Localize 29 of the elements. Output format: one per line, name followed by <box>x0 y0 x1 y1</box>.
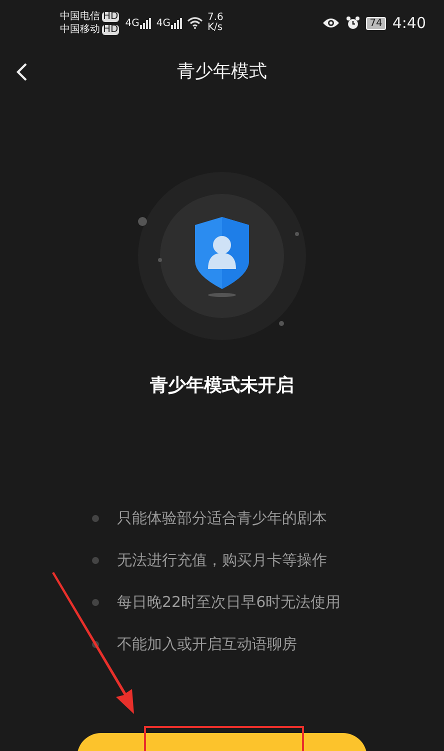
back-icon <box>16 62 28 82</box>
restriction-text: 每日晚22时至次日早6时无法使用 <box>117 592 341 613</box>
wifi-icon <box>187 17 204 29</box>
alarm-icon <box>346 16 360 30</box>
speed-unit: K/s <box>207 23 224 33</box>
network-type: 4G <box>156 18 170 28</box>
restriction-text: 无法进行充值，购买月卡等操作 <box>117 550 327 571</box>
dot-decoration <box>279 321 284 326</box>
restriction-text: 只能体验部分适合青少年的剧本 <box>117 508 327 529</box>
dot-decoration <box>138 217 147 226</box>
dot-decoration <box>295 232 299 236</box>
battery-level: 74 <box>366 16 386 30</box>
signal-icon <box>140 18 152 28</box>
carrier-name: 中国电信 <box>60 10 100 23</box>
bullet-icon <box>92 557 99 564</box>
eye-icon <box>322 17 340 29</box>
page-title: 青少年模式 <box>177 60 267 83</box>
speed-value: 7.6 <box>207 13 224 23</box>
signal-icon <box>171 18 184 28</box>
mode-status-heading: 青少年模式未开启 <box>150 374 294 397</box>
network-type: 4G <box>125 18 140 28</box>
dot-decoration <box>158 258 162 262</box>
carrier-name: 中国移动 <box>60 23 100 36</box>
hd-badge: HD <box>102 12 120 22</box>
restriction-text: 不能加入或开启互动语聊房 <box>117 634 297 655</box>
bullet-icon <box>92 515 99 522</box>
clock-time: 4:40 <box>392 14 426 32</box>
bullet-icon <box>92 599 99 606</box>
hd-badge: HD <box>102 24 120 34</box>
